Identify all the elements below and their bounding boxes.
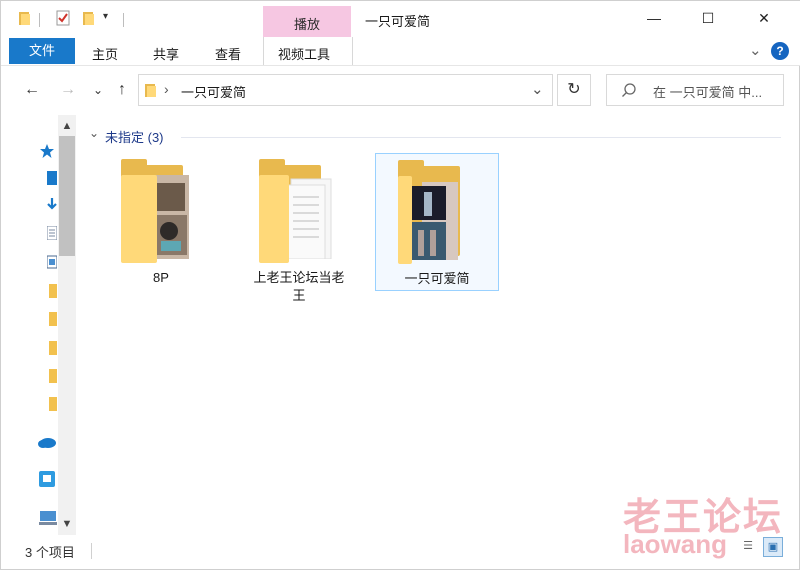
watermark-subtitle: laowang: [623, 529, 728, 559]
folder-icon[interactable]: [49, 369, 57, 383]
folder-icon[interactable]: [49, 284, 57, 298]
breadcrumb-current[interactable]: 一只可爱简: [181, 82, 246, 101]
file-item[interactable]: 8P: [99, 153, 223, 291]
file-item[interactable]: 上老王论坛当老 王: [237, 153, 361, 303]
documents-icon[interactable]: [47, 226, 57, 240]
checkbox-icon[interactable]: [56, 10, 70, 26]
group-divider: [181, 137, 781, 138]
tab-home[interactable]: 主页: [92, 44, 118, 63]
explorer-window: ▾ 播放 一只可爱简 — ☐ ✕ 文件 主页 共享 查看 视频工具 ⌄ ? ← …: [0, 0, 800, 570]
search-input[interactable]: 在 一只可爱简 中...: [653, 82, 762, 101]
details-view-icon[interactable]: ☰: [738, 537, 758, 557]
folder-front: [259, 175, 289, 263]
item-label: 上老王论坛当老 王: [237, 269, 361, 305]
onedrive-icon[interactable]: [37, 435, 57, 449]
folder-front: [398, 176, 412, 264]
minimize-button[interactable]: —: [631, 1, 677, 35]
breadcrumb-separator[interactable]: ›: [164, 81, 169, 97]
recent-locations-button[interactable]: ⌄: [87, 79, 109, 101]
file-item-selected[interactable]: 一只可爱简: [375, 153, 499, 291]
context-tab-group-label: 播放: [293, 17, 320, 32]
folder-icon[interactable]: [83, 11, 95, 25]
title-bar: ▾ 播放 一只可爱简 — ☐ ✕: [1, 1, 800, 37]
forward-button[interactable]: →: [57, 79, 79, 101]
large-icons-view-icon[interactable]: ▣: [763, 537, 783, 557]
folder-icon[interactable]: [49, 312, 57, 326]
back-button[interactable]: ←: [21, 79, 43, 101]
maximize-button[interactable]: ☐: [685, 1, 731, 35]
download-icon[interactable]: [47, 198, 57, 212]
search-icon: [622, 83, 636, 97]
status-item-count: 3 个项目: [25, 545, 75, 560]
folder-icon[interactable]: [49, 341, 57, 355]
help-icon[interactable]: ?: [771, 42, 789, 60]
scroll-thumb[interactable]: [59, 136, 75, 256]
item-label-line: 上老王论坛当老: [253, 270, 345, 285]
tab-video-tools[interactable]: 视频工具: [278, 44, 330, 63]
ribbon-expand-icon[interactable]: ⌄: [749, 41, 762, 59]
context-tab-group: 播放: [263, 6, 351, 37]
item-label: 8P: [153, 270, 169, 285]
status-separator: [91, 543, 92, 559]
group-header[interactable]: 未指定 (3): [105, 127, 164, 146]
group-collapse-icon[interactable]: ⌄: [89, 126, 99, 140]
customize-quick-access-icon[interactable]: ▾: [103, 11, 108, 22]
tab-share[interactable]: 共享: [153, 44, 179, 63]
scroll-up-button[interactable]: ▲: [58, 117, 76, 135]
pictures-icon[interactable]: [47, 255, 57, 269]
network-icon[interactable]: [39, 471, 55, 487]
tab-file[interactable]: 文件: [9, 38, 75, 64]
folder-icon: [145, 84, 156, 97]
address-dropdown-icon[interactable]: ⌄: [531, 80, 544, 98]
ribbon-tabs: [1, 37, 800, 66]
folder-icon[interactable]: [49, 397, 57, 411]
item-label-line: 王: [292, 288, 306, 303]
folder-front: [121, 175, 157, 263]
tab-view[interactable]: 查看: [215, 44, 241, 63]
quick-access-separator: [39, 13, 40, 27]
video-thumbnail: [412, 182, 458, 260]
folder-icon: [19, 12, 30, 25]
close-button[interactable]: ✕: [741, 1, 787, 35]
pc-icon[interactable]: [39, 511, 57, 525]
window-title: 一只可爱简: [365, 14, 431, 29]
refresh-button[interactable]: ↻: [557, 74, 591, 106]
up-button[interactable]: ↑: [111, 79, 133, 101]
desktop-icon[interactable]: [47, 171, 57, 185]
quick-access-separator: [123, 13, 124, 27]
scroll-down-button[interactable]: ▼: [58, 515, 76, 533]
item-label: 一只可爱简: [404, 271, 470, 286]
star-icon[interactable]: [39, 143, 55, 159]
